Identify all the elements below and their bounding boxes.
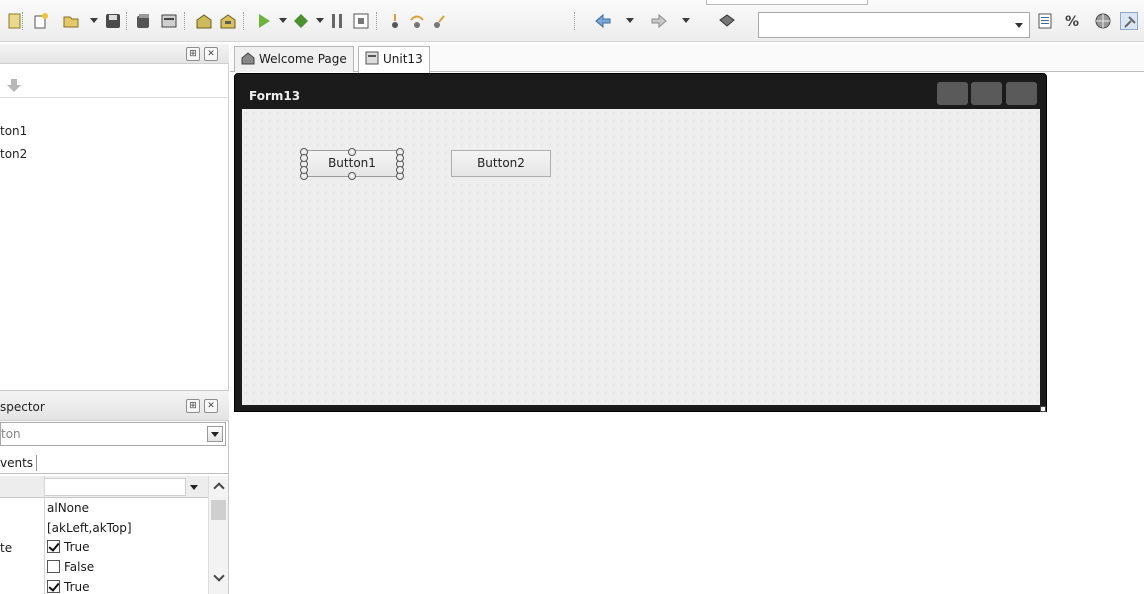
property-checkbox-row[interactable]: True (47, 580, 90, 594)
close-icon[interactable]: ✕ (204, 399, 218, 413)
checkbox-label: False (64, 560, 95, 574)
inspector-tabs: vents (0, 452, 229, 474)
tree-item[interactable]: ton2 (0, 147, 27, 161)
toolbar-separator (22, 12, 23, 30)
component-selector[interactable]: ton (0, 422, 226, 446)
selection-handle[interactable] (300, 166, 308, 174)
scroll-thumb[interactable] (211, 500, 226, 520)
back-icon[interactable] (594, 12, 612, 30)
close-icon[interactable]: ✕ (204, 47, 218, 61)
main-toolbar: % (0, 0, 1144, 42)
debug-icon[interactable] (292, 12, 310, 30)
form-caption: Form13 (249, 89, 301, 103)
inspector-title: spector (0, 400, 45, 414)
chevron-down-icon[interactable] (1015, 23, 1023, 28)
selection-handle[interactable] (396, 166, 404, 174)
toolbar-separator (184, 12, 185, 30)
pause-icon[interactable] (328, 12, 346, 30)
checkbox-unchecked[interactable] (47, 560, 60, 573)
back-dropdown-caret[interactable] (626, 18, 634, 23)
tree-nav-bar (0, 74, 229, 98)
property-checkbox-row[interactable]: True (47, 540, 90, 554)
tab-label: Unit13 (383, 52, 423, 66)
button2-component[interactable]: Button2 (451, 150, 551, 177)
selection-handle[interactable] (300, 154, 308, 162)
property-value-align[interactable]: alNone (47, 501, 89, 515)
checkbox-checked[interactable] (47, 540, 60, 553)
grid-column-divider (44, 476, 45, 594)
property-grid-scrollbar[interactable] (208, 476, 228, 594)
maximize-button[interactable] (971, 82, 1002, 105)
checkbox-checked[interactable] (47, 580, 60, 593)
tab-events[interactable]: vents (0, 456, 33, 470)
step-out-icon[interactable] (430, 12, 448, 30)
globe-icon[interactable] (1094, 12, 1112, 30)
property-value-anchors[interactable]: [akLeft,akTop] (47, 521, 132, 535)
toolbar-separator (126, 12, 127, 30)
tab-divider (36, 455, 37, 471)
form-resize-handle[interactable] (1040, 406, 1046, 412)
new-unit-icon[interactable] (32, 12, 50, 30)
close-button[interactable] (1006, 82, 1037, 105)
selection-handle[interactable] (348, 172, 356, 180)
selection-handle[interactable] (348, 148, 356, 156)
property-grid (0, 476, 208, 594)
move-down-icon[interactable] (6, 79, 22, 93)
open-project-icon[interactable] (160, 12, 178, 30)
debug-dropdown-caret[interactable] (316, 18, 324, 23)
editor-tab-bar: Welcome Page Unit13 (230, 44, 1144, 73)
tools-icon[interactable] (1120, 12, 1138, 30)
page-icon[interactable] (1036, 12, 1054, 30)
toolbar-separator (574, 12, 575, 30)
step-over-icon[interactable] (408, 12, 426, 30)
stop-icon[interactable] (352, 12, 370, 30)
percent-icon[interactable]: % (1064, 12, 1082, 30)
component-selector-value: ton (1, 427, 21, 441)
property-checkbox-row[interactable]: False (47, 560, 94, 574)
open-icon[interactable] (62, 12, 80, 30)
checkbox-label: True (64, 580, 90, 594)
toolbar-separator (243, 12, 244, 30)
unit-file-icon (365, 51, 379, 65)
selection-handle[interactable] (396, 154, 404, 162)
forward-icon[interactable] (650, 12, 668, 30)
toolbar-separator (376, 12, 377, 30)
scroll-down-icon[interactable] (213, 570, 225, 582)
chevron-down-icon[interactable] (207, 426, 223, 442)
book-icon[interactable] (718, 12, 736, 30)
open-dropdown-caret[interactable] (90, 18, 98, 23)
remove-file-icon[interactable] (219, 12, 237, 30)
component-search-combo[interactable] (758, 12, 1030, 38)
pin-icon[interactable]: ⊞ (186, 399, 200, 413)
path-box (706, 0, 868, 5)
tree-pane-header: ⊞ ✕ (0, 44, 229, 64)
forward-dropdown-caret[interactable] (682, 18, 690, 23)
scroll-up-icon[interactable] (213, 482, 225, 494)
checkbox-label: True (64, 540, 90, 554)
step-into-icon[interactable] (386, 12, 404, 30)
tree-item[interactable]: ton1 (0, 124, 27, 138)
svg-text:%: % (1065, 14, 1079, 30)
tab-welcome-page[interactable]: Welcome Page (234, 46, 354, 72)
home-icon (241, 52, 255, 65)
tab-unit13[interactable]: Unit13 (358, 46, 430, 73)
minimize-button[interactable] (937, 82, 968, 105)
run-icon[interactable] (255, 12, 273, 30)
save-icon[interactable] (104, 12, 122, 30)
inspector-header: spector ⊞ ✕ (0, 391, 229, 421)
run-dropdown-caret[interactable] (279, 18, 287, 23)
add-file-icon[interactable] (195, 12, 213, 30)
pin-icon[interactable]: ⊞ (186, 47, 200, 61)
tab-label: Welcome Page (259, 52, 347, 66)
save-all-icon[interactable] (134, 12, 152, 30)
property-name: te (0, 541, 13, 555)
ide-window: % ⊞ ✕ ton1 ton2 spector ⊞ ✕ ton vents al… (0, 0, 1144, 594)
